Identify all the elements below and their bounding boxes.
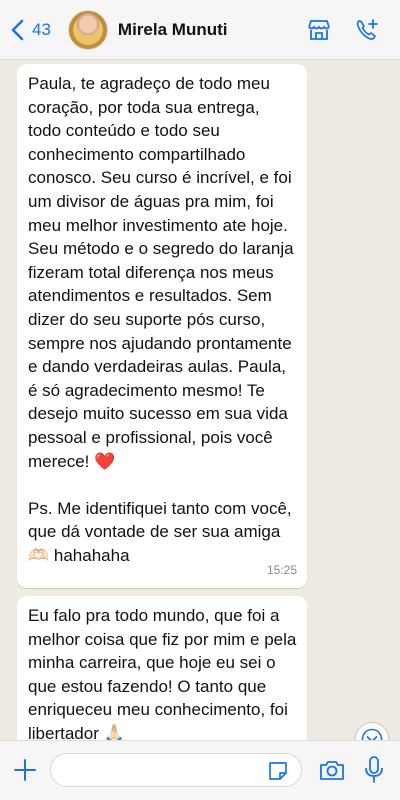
avatar[interactable]	[67, 9, 108, 50]
message-text: Paula, te agradeço de todo meu coração, …	[28, 74, 294, 565]
message-text: Eu falo pra todo mundo, que foi a melhor…	[28, 606, 302, 740]
contact-name[interactable]: Mirela Munuti	[118, 20, 228, 40]
back-button[interactable]: 43	[10, 19, 51, 41]
plus-icon[interactable]	[12, 757, 38, 783]
message-input[interactable]	[50, 753, 302, 787]
chat-header: 43 Mirela Munuti	[0, 0, 400, 60]
call-button[interactable]	[354, 17, 380, 43]
message-time: 15:25	[266, 563, 297, 578]
camera-icon[interactable]	[318, 757, 346, 783]
unread-count: 43	[32, 19, 51, 39]
phone-plus-icon	[356, 19, 378, 40]
store-button[interactable]	[306, 17, 332, 43]
message-bubble[interactable]: Eu falo pra todo mundo, que foi a melhor…	[17, 596, 307, 740]
chevron-down-circle-icon	[361, 728, 383, 740]
message-bubble[interactable]: Paula, te agradeço de todo meu coração, …	[17, 64, 307, 588]
microphone-icon[interactable]	[363, 755, 385, 785]
sticker-icon[interactable]	[266, 759, 290, 783]
chat-area[interactable]: Paula, te agradeço de todo meu coração, …	[0, 60, 400, 740]
store-icon	[308, 20, 330, 40]
chevron-left-icon	[11, 19, 24, 40]
input-bar	[0, 740, 400, 800]
scroll-down-button[interactable]	[355, 722, 389, 740]
